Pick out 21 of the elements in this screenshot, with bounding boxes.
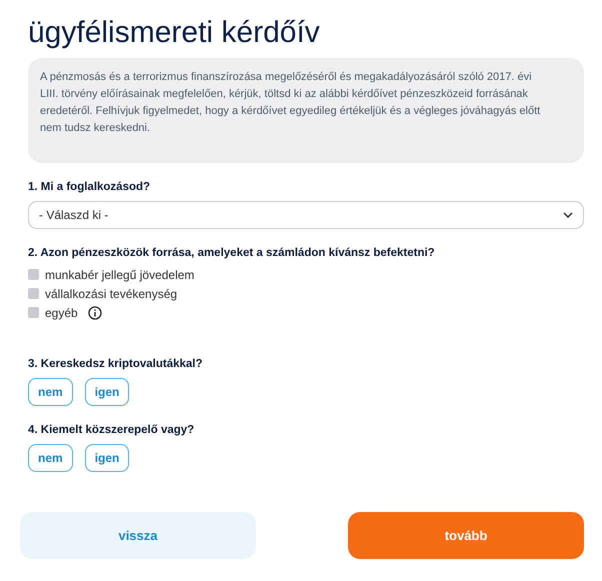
- choice-button[interactable]: nem: [28, 378, 73, 406]
- notice-text: A pénzmosás és a terrorizmus finanszírozása megelőzéséről és megakadályozásáról szóló 2017. évi LIII. törvény előírásainak megfelelően, kérjük, töltsd ki az alábbi kérdőívet pénzeszközeid forrásának eredetéről. Felhívjuk figyelmedet, hogy a kérdőívet egyedileg értékeljük és a végleges jóváhagyás előtt nem tudsz kereskedni.: [28, 58, 584, 163]
- question-label: 1. Mi a foglalkozásod?: [28, 181, 152, 193]
- question-label: 4. Kiemelt közszerepelő vagy?: [28, 424, 196, 436]
- question-label: 2. Azon pénzeszközök forrása, amelyeket a számládon kívánsz befektetni?: [28, 247, 436, 259]
- choice-button[interactable]: nem: [28, 444, 73, 472]
- checkbox-label: egyéb: [45, 306, 78, 320]
- select-field[interactable]: - Válaszd ki -: [28, 201, 584, 229]
- question-label: 3. Kereskedsz kriptovalutákkal?: [28, 358, 204, 370]
- info-icon[interactable]: [88, 306, 102, 320]
- choice-button[interactable]: igen: [84, 378, 130, 406]
- chevron-down-icon: [563, 212, 573, 218]
- checkbox[interactable]: [28, 269, 39, 280]
- checkbox[interactable]: [28, 288, 39, 299]
- next-button[interactable]: tovább: [348, 512, 584, 559]
- back-button[interactable]: vissza: [20, 512, 256, 559]
- page-title: ügyfélismereti kérdőív: [28, 15, 321, 51]
- checkbox-label: munkabér jellegű jövedelem: [45, 268, 194, 282]
- checkbox[interactable]: [28, 307, 39, 318]
- checkbox-label: vállalkozási tevékenység: [45, 286, 178, 300]
- choice-button[interactable]: igen: [84, 444, 130, 472]
